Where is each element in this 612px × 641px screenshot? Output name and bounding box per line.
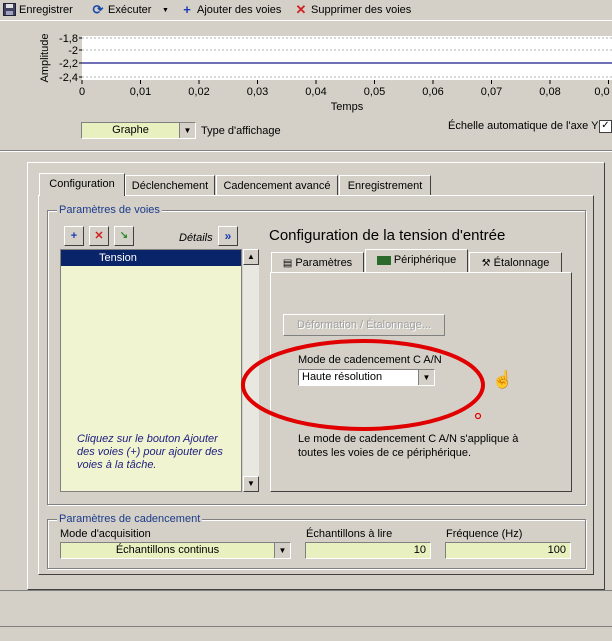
x-tick-label: 0 [79,86,85,98]
red-x-icon: ✕ [94,230,104,242]
details-label: Détails [179,232,213,244]
rate-label: Fréquence (Hz) [446,528,523,540]
y-tick-label: -2,4 [59,72,78,84]
chevron-down-icon[interactable]: ▼ [274,543,290,558]
divider [0,626,612,627]
red-annotation-ellipse [241,339,485,431]
y-tick-label: -1,8 [59,33,78,45]
x-axis-label: Temps [331,101,364,113]
acquisition-mode-label: Mode d'acquisition [60,528,151,540]
floppy-disk-icon [2,3,16,17]
tab-parameters-label: Paramètres [295,257,353,269]
remove-channels-button[interactable]: ✕ Supprimer des voies [294,2,412,18]
y-axis-label: Amplitude [39,34,51,83]
autoscale-label: Échelle automatique de l'axe Y [448,120,599,132]
scroll-down-button[interactable]: ▼ [243,476,259,492]
voltage-config-title: Configuration de la tension d'entrée [269,227,506,244]
acquisition-mode-select[interactable]: Échantillons continus ▼ [60,542,291,559]
red-dot [474,412,482,420]
channel-settings-title: Paramètres de voies [57,204,162,216]
channel-list: Tension Cliquez sur le bouton Ajouter de… [60,249,242,492]
save-label: Enregistrer [19,4,73,16]
samples-to-read-label: Échantillons à lire [306,528,393,540]
add-channels-button[interactable]: + Ajouter des voies [180,2,281,18]
remove-channel-button[interactable]: ✕ [89,226,109,246]
green-arrow-icon: ↘ [119,230,129,241]
x-tick-label: 0,06 [422,86,443,98]
list-item-selected[interactable]: Tension [61,250,241,266]
x-tick-label: 0,0 [594,86,609,98]
rename-channel-button[interactable]: ↘ [114,226,134,246]
details-toggle-button[interactable]: » [218,226,238,246]
run-dropdown-button[interactable]: ▼ [162,2,169,18]
tab-parameters[interactable]: ▤ Paramètres [271,252,364,272]
y-tick-label: -2 [68,45,78,57]
divider [0,590,612,591]
amplitude-graph: -1,8-2-2,2 -2,4 0 0,01 0,02 0,03 0,04 0,05 0,06… [39,33,612,113]
refresh-arrows-icon: ⟳ [92,2,104,17]
remove-channels-label: Supprimer des voies [311,4,412,16]
scroll-up-button[interactable]: ▲ [243,249,259,265]
y-tick-label: -2,2 [59,58,78,70]
toolbar: Enregistrer ⟳ Exécuter ▼ + Ajouter des v… [0,0,612,20]
tab-device-label: Périphérique [393,254,457,266]
autoscale-checkbox[interactable]: ✓ [599,120,612,133]
acquisition-mode-value: Échantillons continus [115,544,220,556]
save-button[interactable]: Enregistrer [2,2,73,18]
run-button[interactable]: ⟳ Exécuter [91,2,152,18]
add-channels-label: Ajouter des voies [197,4,282,16]
tab-advanced-timing[interactable]: Cadencement avancé [216,175,338,195]
divider [0,151,612,152]
graph-panel: -1,8 -2 -2,2 -2,4 0 0,01 0,02 0,03 0,04 0,05 0,06… [0,20,612,151]
x-tick-label: 0,03 [247,86,268,98]
display-type-select[interactable]: Graphe ▼ [81,122,196,139]
tab-device[interactable]: Périphérique [365,249,468,272]
timing-settings-title: Paramètres de cadencement [57,513,203,525]
x-axis-ticks: 0 0,01 0,02 0,03 0,04 0,05 0,06 0,07 0,08 0,0 [79,80,610,98]
display-type-label: Type d'affichage [201,125,281,137]
tab-triggering[interactable]: Déclenchement [125,175,215,195]
tools-icon: ⚒ [481,258,491,269]
red-x-icon: ✕ [295,2,307,17]
display-type-value: Graphe [112,124,149,136]
circuit-board-icon [376,255,391,265]
x-tick-label: 0,05 [364,86,385,98]
tab-logging[interactable]: Enregistrement [339,175,431,195]
x-tick-label: 0,02 [188,86,209,98]
x-tick-label: 0,01 [130,86,151,98]
annotation-ellipse [241,339,485,431]
hand-cursor-icon: ☝ [492,370,514,389]
plot-area [82,36,612,80]
y-axis-ticks: -1,8-2-2,2 -2,4 [59,33,82,84]
x-tick-label: 0,04 [305,86,326,98]
add-channel-button[interactable]: + [64,226,84,246]
channel-hint-text: Cliquez sur le bouton Ajouter des voies … [77,433,223,471]
chevron-down-icon: ▼ [162,6,169,14]
plus-icon: + [70,230,78,242]
run-label: Exécuter [108,4,152,16]
samples-to-read-input[interactable]: 10 [305,542,431,559]
chevron-down-icon[interactable]: ▼ [179,123,195,138]
tab-calibration[interactable]: ⚒ Étalonnage [469,252,562,272]
tab-configuration[interactable]: Configuration [39,173,125,196]
x-tick-label: 0,08 [539,86,560,98]
settings-icon: ▤ [282,258,293,269]
rate-input[interactable]: 100 [445,542,571,559]
x-tick-label: 0,07 [481,86,502,98]
tab-calibration-label: Étalonnage [493,257,550,269]
double-chevron-right-icon: » [224,229,232,243]
plus-icon: + [183,2,191,17]
